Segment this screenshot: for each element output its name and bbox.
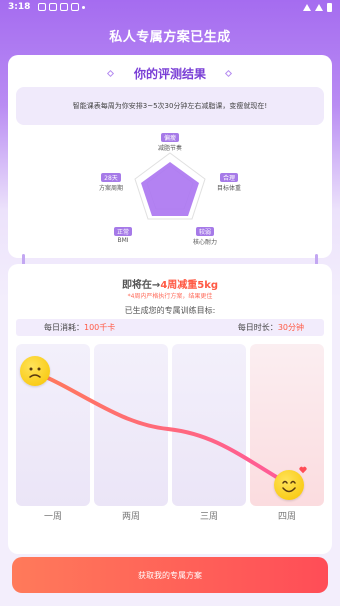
radar-chart: 偏瘦 减脂节奏 合理 目标体重 较弱 核心耐力 正常 BMI 28天 方案周期: [8, 133, 332, 258]
result-card: 你的评测结果 智能课表每周为你安排3~5次30分钟左右减脂课，变瘦就现在! 偏瘦…: [8, 55, 332, 258]
status-bar: 3:18: [0, 0, 340, 14]
radar-axis-top: 偏瘦 减脂节奏: [157, 133, 182, 152]
notification-icon: [38, 3, 47, 11]
radar-axis-bottom-left: 正常 BMI: [98, 227, 148, 244]
happy-face-icon: [274, 470, 304, 500]
radar-axis-bottom-right: 较弱 核心耐力: [192, 227, 217, 246]
week-label: 四周: [277, 512, 296, 522]
week-label: 一周: [43, 512, 62, 522]
battery-icon: [327, 2, 332, 12]
notification-icon: [71, 3, 80, 11]
notification-icon: [49, 3, 58, 11]
goal-line: 即将在→4周减重5kg: [121, 280, 219, 291]
week-label: 两周: [121, 512, 140, 522]
notification-icon: [60, 3, 69, 11]
week-label: 三周: [199, 512, 218, 522]
plan-card: 即将在→4周减重5kg *4周内严格执行方案，结果更佳 已生成您的专属训练目标:…: [8, 264, 332, 554]
get-plan-button[interactable]: 获取我的专属方案: [12, 557, 328, 593]
daily-burn: 每日消耗：100千卡: [44, 323, 116, 332]
radar-axis-right: 合理 目标体重: [216, 173, 241, 192]
generated-text: 已生成您的专属训练目标:: [124, 306, 216, 315]
sad-face-icon: [20, 356, 50, 386]
goal-note: *4周内严格执行方案，结果更佳: [127, 293, 213, 300]
dot-icon: [82, 5, 86, 9]
heart-icon: [299, 466, 307, 474]
status-time: 3:18: [8, 2, 31, 12]
page-title: 私人专属方案已生成: [109, 30, 231, 45]
wifi-icon: [303, 3, 311, 11]
advice-text: 智能课表每周为你安排3~5次30分钟左右减脂课，变瘦就现在!: [16, 87, 324, 125]
radar-area: [141, 162, 199, 216]
result-title: 你的评测结果: [133, 67, 206, 81]
daily-time: 每日时长：30分钟: [237, 323, 304, 332]
radar-axis-left: 28天 方案周期: [98, 173, 123, 192]
signal-icon: [315, 3, 323, 11]
